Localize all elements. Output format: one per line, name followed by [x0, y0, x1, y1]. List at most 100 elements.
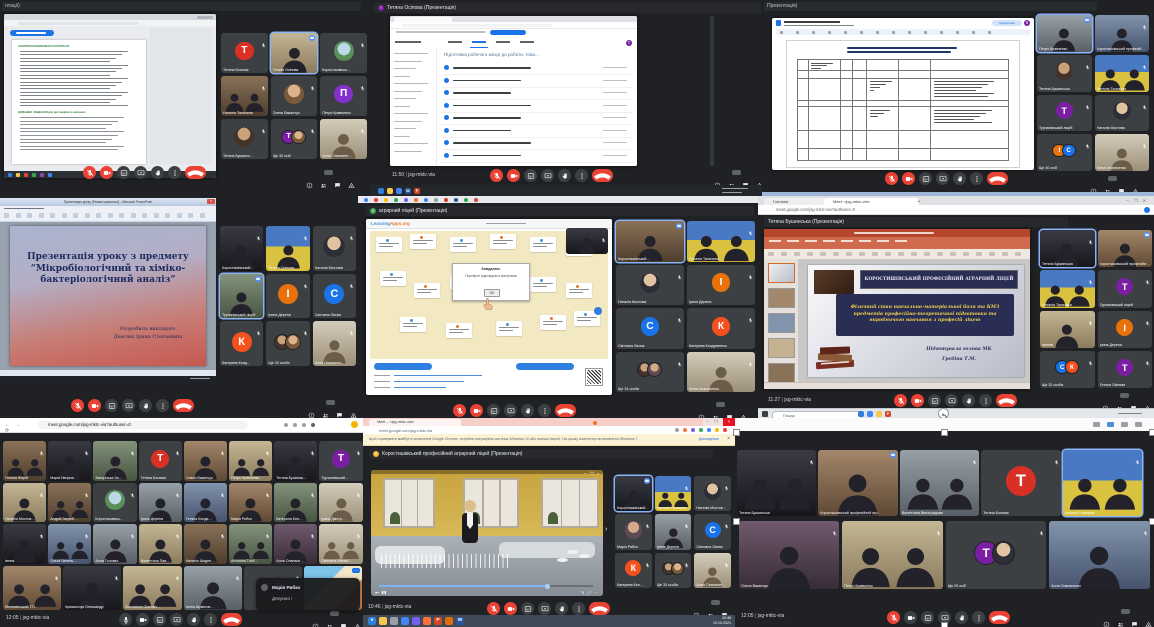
participant-tile[interactable]: Наталія Тализина: [687, 221, 755, 262]
ribbon-icon[interactable]: [85, 213, 90, 218]
bookmark-favicon[interactable]: [364, 198, 368, 202]
participant-tile[interactable]: Олеся Ваканчук: [184, 441, 227, 481]
edge-icon[interactable]: [858, 411, 864, 417]
participant-tile[interactable]: Марія Нагірна: [48, 441, 91, 481]
camera-button[interactable]: [911, 394, 924, 407]
camera-button[interactable]: [470, 404, 483, 417]
more-options-button[interactable]: [572, 602, 585, 615]
ribbon-icon[interactable]: [768, 252, 774, 256]
participant-tile[interactable]: ТТетяна Богачик: [221, 33, 268, 73]
ribbon-icon[interactable]: [872, 252, 878, 256]
participant-tile[interactable]: Марія Рибко: [229, 483, 272, 523]
exercise-card[interactable]: [400, 317, 426, 332]
participant-tile[interactable]: Алла Опанасен…: [313, 321, 356, 366]
folder-icon[interactable]: [379, 617, 387, 625]
participant-tile[interactable]: СКЩе 32 особи: [1040, 351, 1095, 388]
present-screen-button[interactable]: [541, 169, 554, 182]
participant-tile[interactable]: Наталія Тализина: [1040, 270, 1095, 307]
assignment-row[interactable]: [442, 150, 633, 163]
extension-icon[interactable]: [699, 428, 703, 432]
hyperlink-line[interactable]: [394, 381, 464, 382]
toolbar-icon[interactable]: [828, 31, 831, 34]
ribbon-icon[interactable]: [62, 213, 67, 218]
assignment-row[interactable]: [442, 87, 633, 100]
camera-button[interactable]: [504, 602, 517, 615]
video-progress-thumb[interactable]: [545, 584, 550, 589]
chat-icon[interactable]: [726, 408, 733, 415]
selection-handle[interactable]: [1149, 518, 1154, 525]
selection-handle[interactable]: [941, 622, 948, 627]
participant-tile[interactable]: Тетяна Осіпова: [271, 33, 318, 73]
captions-button[interactable]: [487, 404, 500, 417]
bookmark-favicon[interactable]: [374, 198, 378, 202]
ribbon-icon[interactable]: [1002, 252, 1008, 256]
share-button[interactable]: Поділитися: [992, 20, 1022, 26]
info-icon[interactable]: [306, 176, 313, 183]
participant-tile[interactable]: Ще 34 особи: [616, 352, 684, 393]
camera-button[interactable]: [904, 611, 917, 624]
activities-icon[interactable]: [348, 176, 355, 183]
people-icon[interactable]: [1117, 615, 1124, 622]
internet-explorer-icon[interactable]: e: [368, 617, 376, 625]
ribbon-tab-label[interactable]: [805, 240, 817, 242]
chat-icon[interactable]: [721, 606, 728, 613]
ribbon-icon[interactable]: [898, 252, 904, 256]
participant-tile[interactable]: Алла Опанасен…: [320, 119, 367, 159]
word-icon[interactable]: W: [405, 188, 411, 194]
captions-button[interactable]: [921, 611, 934, 624]
participant-tile[interactable]: Алла Опанасен…: [694, 553, 731, 588]
ribbon-icon[interactable]: [807, 252, 813, 256]
hang-up-button[interactable]: [173, 399, 194, 412]
close-button[interactable]: ×: [723, 418, 735, 426]
participant-tile[interactable]: Наталія Мостов…: [3, 483, 46, 523]
next-page-chevron[interactable]: ›: [605, 526, 613, 536]
ribbon-tab-label[interactable]: [877, 240, 889, 242]
people-icon[interactable]: [326, 617, 333, 624]
ribbon-icon[interactable]: [16, 213, 21, 218]
people-icon[interactable]: [322, 406, 329, 413]
info-icon[interactable]: [308, 406, 315, 413]
hang-up-button[interactable]: [555, 404, 576, 417]
taskbar-app-icon[interactable]: [48, 173, 52, 177]
participant-tile[interactable]: ТТетяна Богачик: [139, 441, 182, 481]
participant-tile[interactable]: Світлана Малин…: [319, 524, 362, 564]
participant-tile[interactable]: Катерина Кон…: [274, 483, 317, 523]
toolbar-icon[interactable]: [956, 31, 959, 34]
notice-link[interactable]: Докладніше: [699, 437, 719, 441]
raise-hand-button[interactable]: [187, 613, 200, 626]
ribbon-icon[interactable]: [859, 252, 865, 256]
participant-tile[interactable]: Олеся Ваканчук: [739, 521, 839, 589]
hang-up-button[interactable]: [185, 166, 206, 179]
chat-icon[interactable]: [1130, 399, 1137, 406]
ribbon-icon[interactable]: [794, 252, 800, 256]
toolbar-icon[interactable]: [892, 31, 895, 34]
info-icon[interactable]: [698, 408, 705, 415]
chrome-icon[interactable]: [396, 188, 402, 194]
media-player-icon[interactable]: [390, 617, 398, 625]
shared-video-frame[interactable]: ⏮ ❚❚✎ ⤢ ⋯─ ❐ ×: [371, 470, 603, 596]
browser-url-bar[interactable]: ← → ⟳meet.google.com/jsg-mktc-via?authus…: [0, 418, 363, 433]
selection-handle[interactable]: [1149, 429, 1154, 436]
participant-tile[interactable]: ССвітлана Лисюк: [616, 308, 684, 349]
camera-button[interactable]: [88, 399, 101, 412]
ribbon-icon[interactable]: [27, 213, 32, 218]
hyperlink-line[interactable]: [394, 387, 446, 388]
browser-tab-meet[interactable]: Meet: «jsg-mktc-via»: [824, 198, 919, 206]
participant-tile[interactable]: Ірина Дмитр…: [319, 483, 362, 523]
browser-tab-meet[interactable]: Meet – «jsg-mktc-via»: [369, 419, 461, 426]
participant-tile[interactable]: Валентина Виноградова: [900, 450, 979, 516]
toolbar-icon[interactable]: [812, 31, 815, 34]
bookmark-favicon[interactable]: [384, 198, 388, 202]
participant-tile[interactable]: Наталія Шиден…: [184, 524, 227, 564]
captions-button[interactable]: [928, 394, 941, 407]
ribbon-icon[interactable]: [188, 213, 193, 218]
raise-hand-button[interactable]: [962, 394, 975, 407]
taskbar-app-icon[interactable]: [40, 173, 44, 177]
present-screen-button[interactable]: [538, 602, 551, 615]
toolbar-icon[interactable]: [876, 31, 879, 34]
present-screen-button[interactable]: [945, 394, 958, 407]
toolbar-icon[interactable]: [1093, 422, 1100, 427]
participant-tile[interactable]: Алла Головко: [93, 524, 136, 564]
participant-tile[interactable]: Коростишівськ…: [320, 33, 367, 73]
activities-icon[interactable]: [350, 406, 357, 413]
